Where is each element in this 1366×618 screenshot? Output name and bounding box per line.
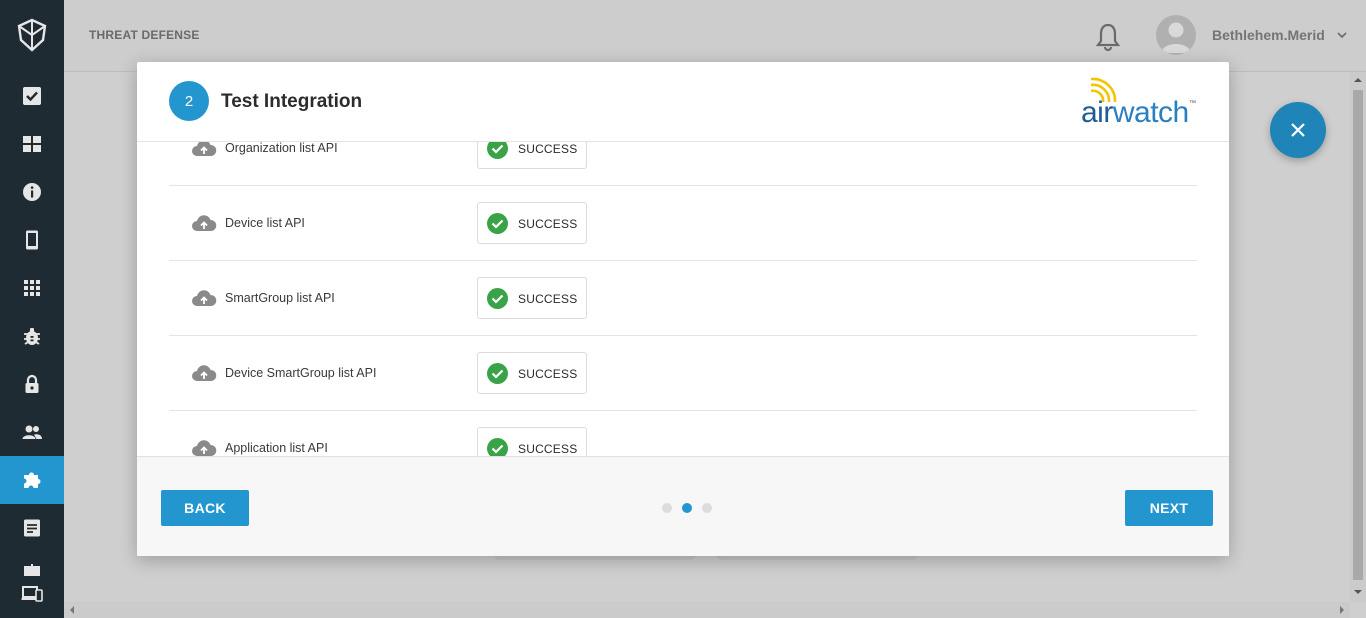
users-icon [22, 425, 42, 439]
scroll-left-icon[interactable] [68, 606, 76, 614]
bug-icon [24, 328, 40, 345]
step-badge: 2 [169, 81, 209, 121]
back-button[interactable]: BACK [161, 490, 249, 526]
check-circle-icon [487, 213, 508, 234]
step-dot-3[interactable] [702, 503, 712, 513]
sidebar [0, 0, 64, 618]
step-dot-2[interactable] [682, 503, 692, 513]
page-horizontal-scrollbar[interactable] [64, 602, 1350, 618]
modal-header: 2 Test Integration airwatch ™ [137, 62, 1229, 142]
api-row: Device list API SUCCESS [169, 186, 1197, 261]
sidebar-item-endpoints[interactable] [0, 570, 64, 618]
status-badge: SUCCESS [477, 202, 587, 244]
dashboard-icon [23, 136, 41, 152]
check-circle-icon [487, 363, 508, 384]
status-text: SUCCESS [518, 142, 578, 156]
test-integration-modal: 2 Test Integration airwatch ™ Organizati… [137, 62, 1229, 556]
status-badge: SUCCESS [477, 427, 587, 456]
status-badge: SUCCESS [477, 277, 587, 319]
next-button[interactable]: NEXT [1125, 490, 1213, 526]
user-silhouette-icon [1161, 22, 1191, 53]
status-text: SUCCESS [518, 367, 578, 381]
app-title: THREAT DEFENSE [89, 28, 200, 42]
avatar[interactable] [1156, 15, 1196, 55]
devices-icon [21, 586, 43, 602]
check-circle-icon [487, 142, 508, 159]
modal-title: Test Integration [221, 91, 363, 112]
cloud-upload-icon [192, 440, 217, 456]
username[interactable]: Bethlehem.Merid [1212, 27, 1325, 43]
report-icon [24, 519, 40, 537]
device-icon [26, 230, 38, 250]
brand-wordmark: airwatch [1081, 98, 1189, 128]
sidebar-item-security[interactable] [0, 360, 64, 408]
brand-air: air [1081, 96, 1113, 129]
api-name: Device list API [225, 216, 305, 230]
api-row: Application list API SUCCESS [169, 411, 1197, 456]
step-indicator [662, 503, 712, 513]
airwatch-logo: airwatch ™ [1081, 76, 1199, 128]
status-text: SUCCESS [518, 442, 578, 456]
scrollbar-thumb[interactable] [1353, 90, 1363, 580]
api-name: SmartGroup list API [225, 291, 335, 305]
api-row: SmartGroup list API SUCCESS [169, 261, 1197, 336]
cloud-upload-icon [192, 290, 217, 306]
step-dot-1[interactable] [662, 503, 672, 513]
sidebar-item-info[interactable] [0, 168, 64, 216]
sidebar-item-reports[interactable] [0, 504, 64, 552]
lock-icon [25, 374, 39, 393]
scroll-down-icon[interactable] [1354, 588, 1362, 596]
modal-footer: BACK NEXT [137, 456, 1229, 556]
cloud-upload-icon [192, 142, 217, 156]
api-row: Device SmartGroup list API SUCCESS [169, 336, 1197, 411]
shield-logo-icon[interactable] [16, 18, 48, 52]
puzzle-icon [24, 472, 41, 488]
status-text: SUCCESS [518, 217, 578, 231]
close-icon [1291, 123, 1305, 137]
bell-icon[interactable] [1094, 22, 1122, 52]
brand-watch: watch [1112, 96, 1189, 129]
cloud-upload-icon [192, 215, 217, 231]
api-name: Device SmartGroup list API [225, 366, 377, 380]
status-badge: SUCCESS [477, 142, 587, 169]
sidebar-item-threats[interactable] [0, 312, 64, 360]
scroll-right-icon[interactable] [1338, 606, 1346, 614]
cloud-upload-icon [192, 365, 217, 381]
apps-grid-icon [24, 280, 40, 296]
sidebar-item-users[interactable] [0, 408, 64, 456]
chevron-down-icon[interactable] [1336, 30, 1348, 40]
api-name: Organization list API [225, 142, 338, 155]
close-wizard-button[interactable] [1270, 102, 1326, 158]
sidebar-item-devices[interactable] [0, 216, 64, 264]
info-icon [23, 183, 41, 201]
brand-trademark: ™ [1189, 100, 1196, 107]
api-name: Application list API [225, 441, 328, 455]
sidebar-item-apps[interactable] [0, 264, 64, 312]
scroll-up-icon[interactable] [1354, 76, 1362, 84]
sidebar-item-dashboard[interactable] [0, 120, 64, 168]
api-test-list[interactable]: Organization list API SUCCESS Device lis… [137, 142, 1229, 456]
app-root: THREAT DEFENSE Bethlehem.Merid 2 Test In… [0, 0, 1366, 618]
check-circle-icon [487, 288, 508, 309]
page-vertical-scrollbar[interactable] [1350, 72, 1366, 602]
api-row: Organization list API SUCCESS [169, 142, 1197, 186]
check-circle-icon [487, 438, 508, 456]
status-text: SUCCESS [518, 292, 578, 306]
sidebar-item-integrations[interactable] [0, 456, 64, 504]
checkbox-icon [23, 87, 41, 105]
status-badge: SUCCESS [477, 352, 587, 394]
sidebar-item-tasks[interactable] [0, 72, 64, 120]
